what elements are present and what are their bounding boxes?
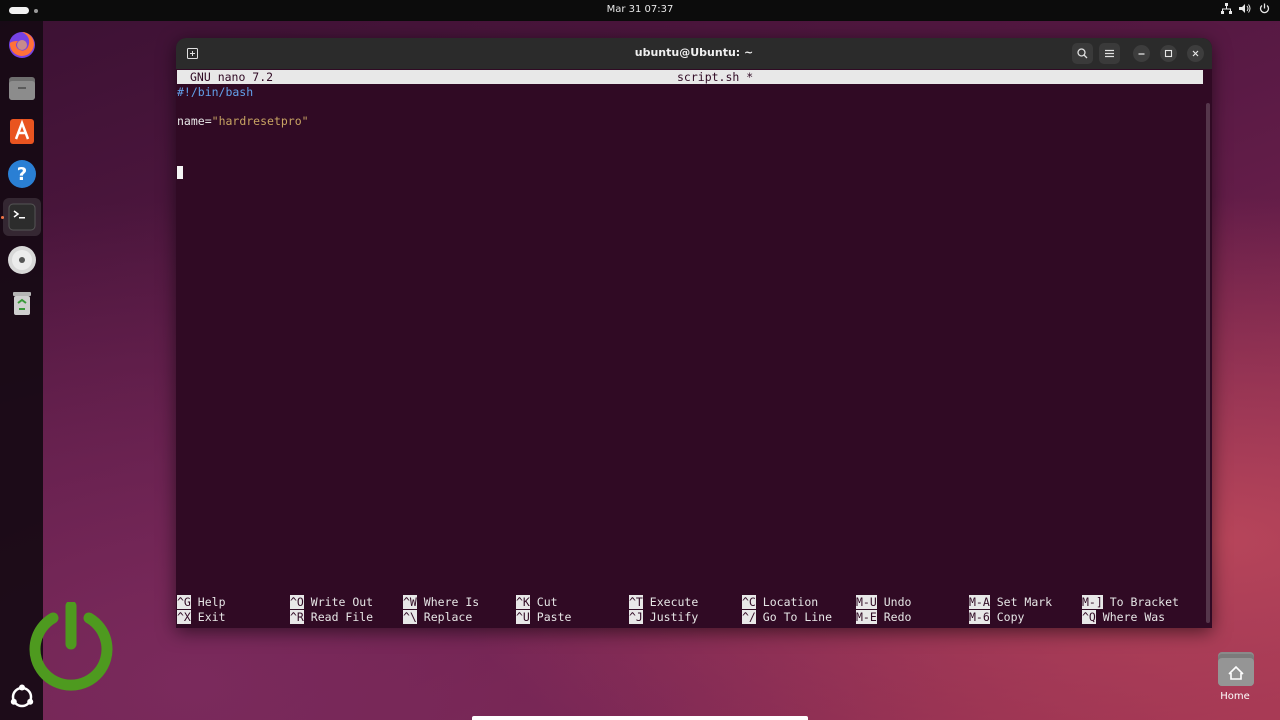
shortcut-label: Read File (310, 610, 374, 624)
shortcut-label: Cut (536, 595, 558, 609)
help-icon[interactable]: ? (6, 158, 38, 190)
volume-icon[interactable] (1239, 3, 1251, 17)
shortcut-key: ^\ (403, 610, 417, 624)
shortcut-key: ^C (742, 595, 756, 609)
shortcut-label: Write Out (310, 595, 374, 609)
nano-shortcut: ^R Read File (290, 610, 373, 624)
nano-shortcut: ^T Execute (629, 595, 698, 609)
shortcut-label: Justify (649, 610, 699, 624)
trash-icon[interactable] (6, 287, 38, 319)
disc-icon[interactable] (6, 244, 38, 276)
var-name: name (177, 114, 205, 128)
terminal-icon[interactable] (3, 198, 41, 236)
network-icon[interactable] (1220, 3, 1232, 17)
shortcut-key: ^W (403, 595, 417, 609)
nano-shortcut: ^C Location (742, 595, 818, 609)
shortcut-label: Execute (649, 595, 699, 609)
shortcut-label: Undo (883, 595, 912, 609)
shortcut-label: Go To Line (762, 610, 833, 624)
nano-shortcut: ^/ Go To Line (742, 610, 832, 624)
power-icon[interactable] (1258, 3, 1270, 17)
window-title: ubuntu@Ubuntu: ~ (634, 46, 754, 59)
shortcut-key: ^X (177, 610, 191, 624)
app-center-icon[interactable] (6, 115, 38, 147)
taskbar-edge (472, 716, 808, 720)
nano-shortcut: ^\ Replace (403, 610, 472, 624)
shortcut-label: Where Was (1102, 610, 1166, 624)
nano-header-bar: GNU nano 7.2 script.sh * (177, 70, 1203, 84)
close-icon[interactable] (1187, 45, 1204, 62)
shortcut-key: ^Q (1082, 610, 1096, 624)
shortcut-key: ^J (629, 610, 643, 624)
shortcut-label: To Bracket (1109, 595, 1179, 609)
power-logo-watermark (25, 600, 117, 692)
shortcut-key: ^T (629, 595, 643, 609)
nano-shortcut: ^J Justify (629, 610, 698, 624)
nano-shortcut: M-U Undo (856, 595, 911, 609)
maximize-icon[interactable] (1160, 45, 1177, 62)
shortcut-label: Replace (423, 610, 473, 624)
shortcut-key: ^R (290, 610, 304, 624)
shortcut-label: Paste (536, 610, 572, 624)
shortcut-label: Where Is (423, 595, 480, 609)
shortcut-key: ^K (516, 595, 530, 609)
var-equals: = (204, 114, 212, 128)
home-folder-label: Home (1220, 691, 1250, 702)
code-line-shebang: #!/bin/bash (177, 85, 254, 99)
nano-shortcut: M-E Redo (856, 610, 911, 624)
nano-shortcut: ^X Exit (177, 610, 226, 624)
code-line-variable: name="hardresetpro" (177, 114, 309, 128)
nano-shortcut: M-A Set Mark (969, 595, 1052, 609)
minimize-icon[interactable] (1133, 45, 1150, 62)
var-value: "hardresetpro" (211, 114, 309, 128)
shortcut-label: Help (197, 595, 226, 609)
nano-shortcut: M-6 Copy (969, 610, 1024, 624)
nano-version: GNU nano 7.2 (190, 70, 274, 84)
shortcut-key: ^U (516, 610, 530, 624)
nano-shortcut: ^K Cut (516, 595, 558, 609)
shortcut-label: Copy (996, 610, 1025, 624)
shortcut-label: Exit (197, 610, 226, 624)
home-folder-icon[interactable] (1218, 652, 1254, 686)
top-bar: Mar 31 07:37 (0, 0, 1280, 21)
nano-shortcut: M-] To Bracket (1082, 595, 1179, 609)
shortcut-key: M-A (969, 595, 990, 609)
shortcut-label: Set Mark (996, 595, 1053, 609)
shortcut-key: M-6 (969, 610, 990, 624)
shortcut-key: M-U (856, 595, 877, 609)
scrollbar[interactable] (1206, 103, 1210, 623)
shortcut-key: ^/ (742, 610, 756, 624)
shortcut-key: ^O (290, 595, 304, 609)
firefox-icon[interactable] (6, 29, 38, 61)
nano-shortcut: ^Q Where Was (1082, 610, 1165, 624)
menu-icon[interactable] (1099, 43, 1120, 64)
shortcut-key: M-] (1082, 595, 1103, 609)
shortcut-label: Location (762, 595, 819, 609)
system-tray[interactable] (1220, 3, 1270, 17)
nano-shortcut: ^G Help (177, 595, 226, 609)
home-folder[interactable]: Home (1214, 652, 1256, 708)
terminal-window[interactable]: ubuntu@Ubuntu: ~ GNU nano 7.2 script.sh … (176, 38, 1212, 628)
shortcut-key: ^G (177, 595, 191, 609)
files-icon[interactable] (6, 72, 38, 104)
search-icon[interactable] (1072, 43, 1093, 64)
nano-shortcut: ^U Paste (516, 610, 571, 624)
svg-text:?: ? (17, 164, 27, 185)
terminal-content[interactable]: GNU nano 7.2 script.sh * #!/bin/bash nam… (176, 69, 1212, 628)
shortcut-label: Redo (883, 610, 912, 624)
nano-shortcut: ^O Write Out (290, 595, 373, 609)
shortcut-key: M-E (856, 610, 877, 624)
window-titlebar[interactable]: ubuntu@Ubuntu: ~ (176, 38, 1212, 69)
text-cursor (177, 166, 183, 179)
nano-filename: script.sh * (677, 70, 754, 84)
nano-shortcut: ^W Where Is (403, 595, 479, 609)
clock[interactable]: Mar 31 07:37 (0, 4, 1280, 15)
